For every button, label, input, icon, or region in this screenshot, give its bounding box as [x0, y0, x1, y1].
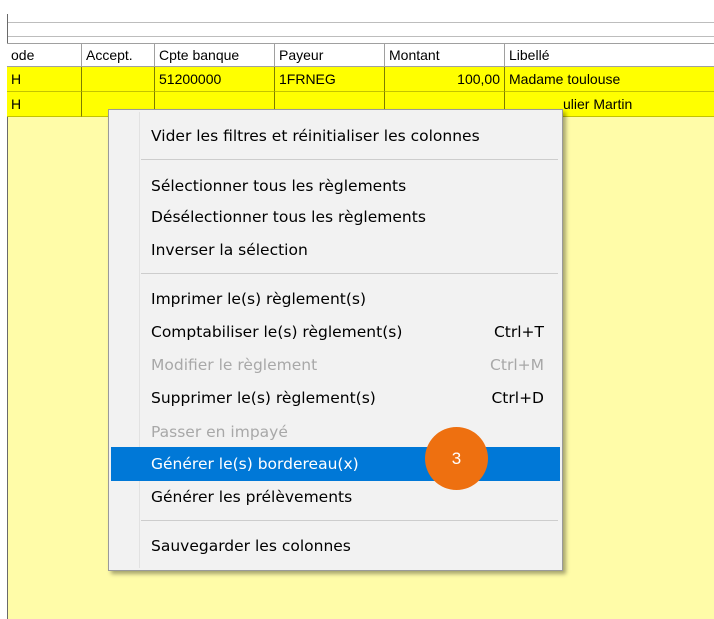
menu-item-label: Générer les prélèvements [151, 488, 353, 506]
menu-item-deselect-all[interactable]: Désélectionner tous les règlements [111, 200, 560, 234]
menu-item-generate-slips[interactable]: Générer le(s) bordereau(x) [111, 447, 560, 481]
menu-item-label: Sélectionner tous les règlements [151, 177, 407, 195]
column-header-accept[interactable]: Accept. [82, 43, 155, 67]
reglements-grid[interactable]: ode Accept. Cpte banque Payeur Montant L… [7, 43, 714, 117]
cell-accept [82, 67, 155, 92]
menu-item-print[interactable]: Imprimer le(s) règlement(s) [111, 282, 560, 316]
menu-item-shortcut: Ctrl+D [491, 389, 544, 407]
menu-item-shortcut: Ctrl+M [490, 356, 544, 374]
step-badge: 3 [425, 427, 488, 490]
menu-separator [141, 273, 558, 274]
menu-item-label: Inverser la sélection [151, 241, 308, 259]
menu-item-label: Passer en impayé [151, 423, 288, 441]
menu-item-invert-selection[interactable]: Inverser la sélection [111, 233, 560, 267]
divider [8, 22, 714, 23]
menu-item-label: Générer le(s) bordereau(x) [151, 455, 359, 473]
menu-item-delete[interactable]: Supprimer le(s) règlement(s) Ctrl+D [111, 381, 560, 415]
menu-item-unpaid: Passer en impayé [111, 415, 560, 449]
menu-item-label: Supprimer le(s) règlement(s) [151, 389, 376, 407]
cell-code: H [7, 92, 82, 117]
column-header-cpte-banque[interactable]: Cpte banque [155, 43, 275, 67]
menu-item-post[interactable]: Comptabiliser le(s) règlement(s) Ctrl+T [111, 315, 560, 349]
column-header-montant[interactable]: Montant [385, 43, 505, 67]
menu-item-select-all[interactable]: Sélectionner tous les règlements [111, 169, 560, 203]
column-header-libelle[interactable]: Libellé [505, 43, 714, 67]
menu-item-label: Sauvegarder les colonnes [151, 537, 351, 555]
menu-item-modify: Modifier le règlement Ctrl+M [111, 348, 560, 382]
cell-payeur: 1FRNEG [275, 67, 385, 92]
menu-item-label: Modifier le règlement [151, 356, 318, 374]
context-menu: Vider les filtres et réinitialiser les c… [108, 109, 563, 571]
menu-item-label: Comptabiliser le(s) règlement(s) [151, 323, 403, 341]
menu-item-reset-filters[interactable]: Vider les filtres et réinitialiser les c… [111, 119, 560, 153]
grid-header: ode Accept. Cpte banque Payeur Montant L… [7, 43, 714, 67]
table-row[interactable]: H 51200000 1FRNEG 100,00 Madame toulouse [7, 67, 714, 92]
menu-separator [141, 159, 558, 160]
menu-item-label: Imprimer le(s) règlement(s) [151, 290, 367, 308]
cell-libelle: Madame toulouse [505, 67, 714, 92]
menu-item-save-columns[interactable]: Sauvegarder les colonnes [111, 529, 560, 563]
menu-item-label: Désélectionner tous les règlements [151, 208, 426, 226]
cell-cpte-banque: 51200000 [155, 67, 275, 92]
divider [8, 36, 714, 37]
cell-code: H [7, 67, 82, 92]
menu-item-label: Vider les filtres et réinitialiser les c… [151, 127, 480, 145]
column-header-payeur[interactable]: Payeur [275, 43, 385, 67]
menu-separator [141, 520, 558, 521]
menu-item-shortcut: Ctrl+T [493, 323, 544, 341]
menu-item-generate-debits[interactable]: Générer les prélèvements [111, 480, 560, 514]
column-header-code[interactable]: ode [7, 43, 82, 67]
filter-strip[interactable] [7, 14, 714, 43]
cell-montant: 100,00 [385, 67, 505, 92]
